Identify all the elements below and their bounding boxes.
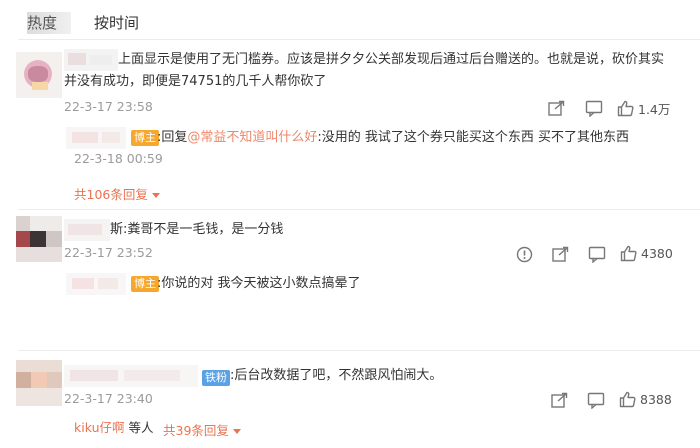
comment-time: 22-3-17 23:58	[64, 99, 153, 114]
share-icon[interactable]	[548, 100, 566, 116]
comment-icon[interactable]	[587, 392, 605, 409]
like-icon	[620, 245, 637, 262]
comment-divider	[18, 209, 700, 210]
comment-actions	[548, 100, 566, 116]
reply-user-link[interactable]: kiku仔啊	[74, 420, 125, 435]
tab-hot[interactable]: 热度	[27, 12, 71, 34]
host-badge: 博主	[131, 130, 159, 146]
comment-icon[interactable]	[588, 246, 606, 263]
comment-text-line1: 上面显示是使用了无门槛券。应该是拼夕夕公关部发现后通过后台赠送的。也就是说，砍价…	[118, 52, 665, 67]
username-blurred[interactable]	[64, 219, 110, 241]
like-count: 8388	[640, 392, 672, 407]
reply-suffix: 等人	[124, 420, 154, 435]
share-wrap	[552, 246, 570, 262]
reply-username-blurred[interactable]	[66, 127, 126, 149]
reply-summary: kiku仔啊 等人	[74, 418, 153, 438]
chevron-down-icon	[232, 429, 241, 434]
reply-text: :你说的对 我今天被这小数点搞晕了	[157, 276, 361, 291]
reply-wrap	[587, 392, 605, 409]
share-icon[interactable]	[552, 246, 570, 262]
comment-time: 22-3-17 23:52	[64, 245, 153, 260]
comment-text: :后台改数据了吧，不然跟风怕闹大。	[230, 368, 443, 383]
tab-hot-label: 热度	[27, 14, 58, 32]
username-blurred[interactable]	[64, 49, 118, 71]
report-wrap	[516, 246, 533, 263]
comment-divider	[18, 350, 700, 351]
tab-time[interactable]: 按时间	[94, 12, 139, 33]
avatar[interactable]	[16, 216, 62, 262]
comment-reply-wrap	[585, 100, 603, 117]
comment-time: 22-3-17 23:40	[64, 391, 153, 406]
like-button[interactable]: 4380	[620, 245, 673, 262]
expand-replies-label: 共106条回复	[74, 187, 148, 202]
reply-username-blurred[interactable]	[66, 273, 126, 295]
like-button[interactable]: 1.4万	[617, 99, 670, 118]
comment-text: 斯:粪哥不是一毛钱，是一分钱	[110, 222, 284, 237]
reply-mention-link[interactable]: @常益不知道叫什么好	[187, 130, 317, 145]
fan-badge: 铁粉	[202, 370, 230, 386]
like-icon	[619, 391, 636, 408]
expand-replies-link[interactable]: 共106条回复	[74, 184, 160, 203]
like-button[interactable]: 8388	[619, 391, 672, 408]
reply-time: 22-3-18 00:59	[74, 151, 163, 166]
reply-text-line: :回复@常益不知道叫什么好:没用的 我试了这个券只能买这个东西 买不了其他东西	[157, 128, 629, 148]
report-icon[interactable]	[516, 246, 533, 263]
username-blurred[interactable]	[64, 365, 198, 387]
reply-text: :没用的 我试了这个券只能买这个东西 买不了其他东西	[317, 130, 630, 145]
expand-replies-label: 共39条回复	[163, 423, 229, 438]
share-icon[interactable]	[551, 392, 569, 408]
tabs-divider	[18, 39, 700, 40]
comment-icon[interactable]	[585, 100, 603, 117]
comment-text-line2: 并没有成功，即便是74751的几千人帮你砍了	[64, 74, 327, 89]
chevron-down-icon	[151, 193, 160, 198]
like-count: 4380	[641, 246, 673, 261]
tab-time-label: 按时间	[94, 14, 140, 32]
reply-prefix: :回复	[157, 130, 188, 145]
expand-replies-link[interactable]: 共39条回复	[163, 420, 241, 439]
avatar[interactable]	[16, 360, 62, 406]
share-wrap	[551, 392, 569, 408]
avatar[interactable]	[16, 52, 62, 98]
host-badge: 博主	[131, 276, 159, 292]
like-count: 1.4万	[638, 102, 671, 117]
like-icon	[617, 100, 634, 117]
reply-wrap	[588, 246, 606, 263]
